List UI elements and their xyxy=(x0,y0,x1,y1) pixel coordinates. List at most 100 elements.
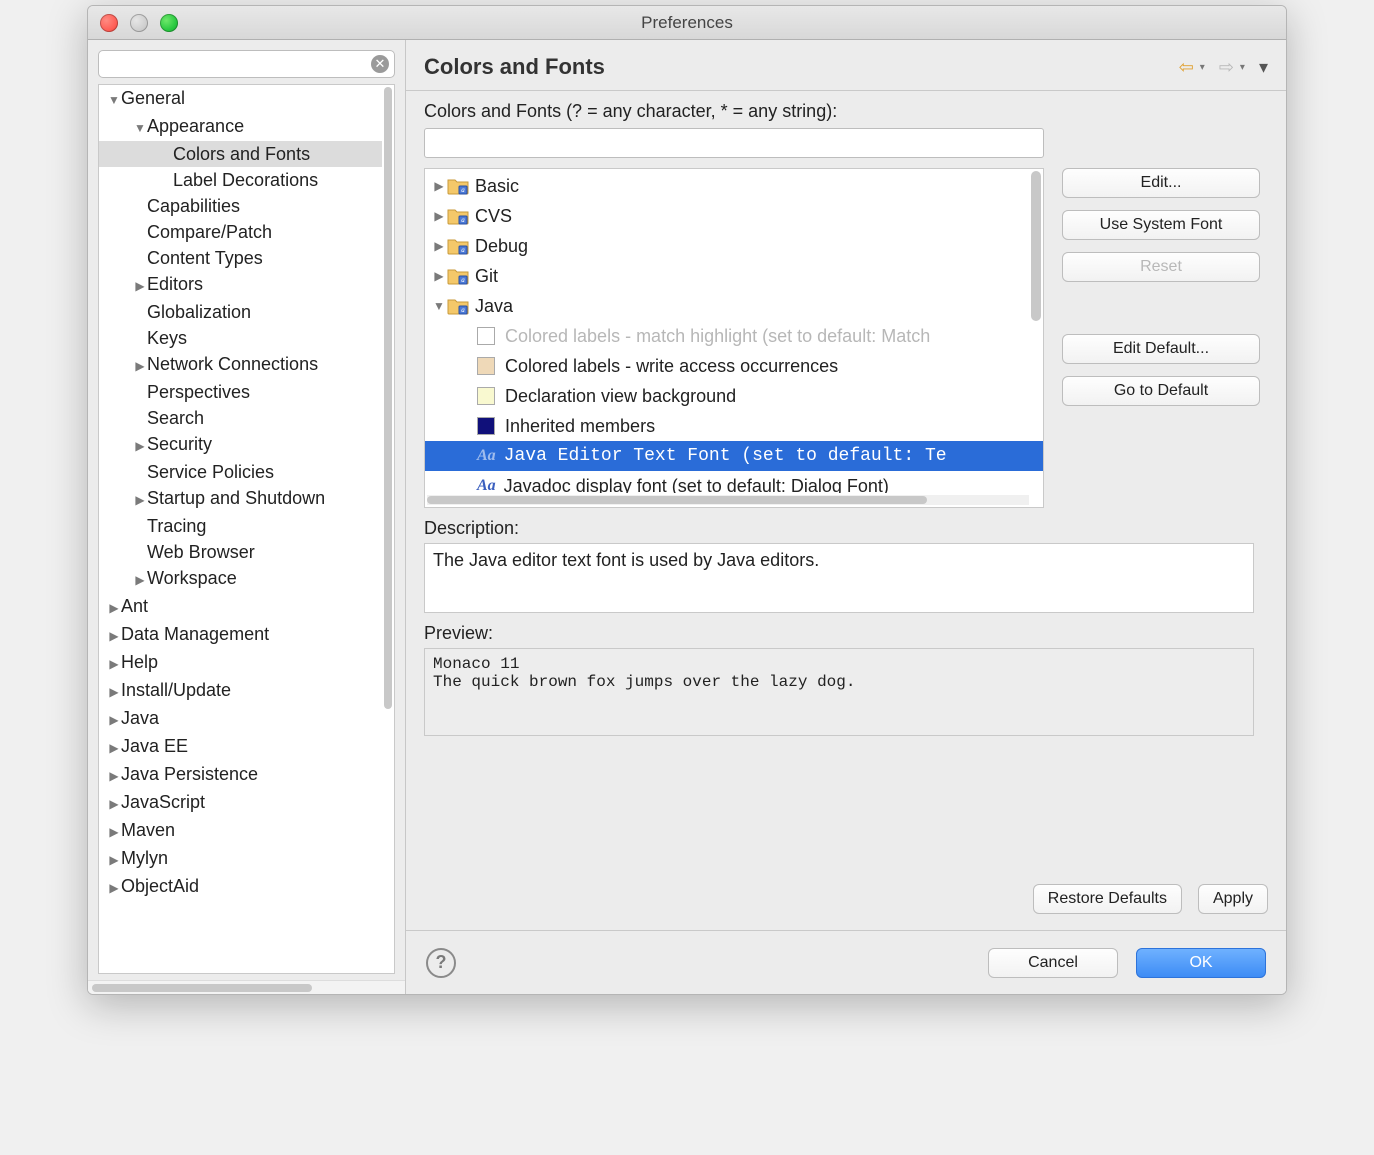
tree-item[interactable]: ▼Appearance xyxy=(99,113,382,141)
forward-icon[interactable]: ⇨ xyxy=(1219,57,1234,78)
folder-icon: a xyxy=(447,237,469,255)
sidebar-search: ✕ xyxy=(98,50,395,78)
tree-item[interactable]: Tracing xyxy=(99,513,382,539)
tree-item[interactable]: ▶JavaScript xyxy=(99,789,382,817)
color-swatch xyxy=(477,387,495,405)
tree-item[interactable]: ▶ObjectAid xyxy=(99,873,382,901)
setting-label: Colored labels - write access occurrence… xyxy=(505,356,838,377)
tree-item[interactable]: ▶Startup and Shutdown xyxy=(99,485,382,513)
setting-item[interactable]: Aa Javadoc display font (set to default: … xyxy=(425,471,1043,493)
category-item[interactable]: ▶aCVS xyxy=(425,201,1043,231)
disclosure-icon[interactable]: ▶ xyxy=(107,651,121,677)
category-item[interactable]: ▼aJava xyxy=(425,291,1043,321)
hscroll[interactable] xyxy=(427,495,1029,505)
setting-item[interactable]: AaJava Editor Text Font (set to default:… xyxy=(425,441,1043,471)
disclosure-icon[interactable]: ▶ xyxy=(107,875,121,901)
disclosure-icon[interactable]: ▶ xyxy=(107,791,121,817)
preview-label: Preview: xyxy=(424,623,1268,644)
tree-item[interactable]: ▶Editors xyxy=(99,271,382,299)
disclosure-icon[interactable]: ▶ xyxy=(133,353,147,379)
tree-item[interactable]: ▶Java xyxy=(99,705,382,733)
setting-label: Javadoc display font (set to default: Di… xyxy=(504,476,889,494)
category-item[interactable]: ▶aDebug xyxy=(425,231,1043,261)
disclosure-icon[interactable]: ▶ xyxy=(133,567,147,593)
tree-item[interactable]: ▶Maven xyxy=(99,817,382,845)
tree-item[interactable]: Capabilities xyxy=(99,193,382,219)
tree-item[interactable]: Globalization xyxy=(99,299,382,325)
disclosure-icon[interactable]: ▶ xyxy=(431,269,447,283)
setting-item[interactable]: Colored labels - match highlight (set to… xyxy=(425,321,1043,351)
tree-item[interactable]: ▶Java EE xyxy=(99,733,382,761)
setting-item[interactable]: Colored labels - write access occurrence… xyxy=(425,351,1043,381)
font-icon: Aa xyxy=(477,477,496,493)
tree-item[interactable]: Service Policies xyxy=(99,459,382,485)
sidebar-search-input[interactable] xyxy=(98,50,395,78)
disclosure-icon[interactable]: ▶ xyxy=(107,735,121,761)
edit-button[interactable]: Edit... xyxy=(1062,168,1260,198)
tree-item[interactable]: Search xyxy=(99,405,382,431)
category-item[interactable]: ▶aBasic xyxy=(425,171,1043,201)
disclosure-icon[interactable]: ▶ xyxy=(107,763,121,789)
clear-icon[interactable]: ✕ xyxy=(371,55,389,73)
help-icon[interactable]: ? xyxy=(426,948,456,978)
tree-item[interactable]: Compare/Patch xyxy=(99,219,382,245)
disclosure-icon[interactable]: ▶ xyxy=(107,623,121,649)
tree-item[interactable]: ▶Security xyxy=(99,431,382,459)
tree-item[interactable]: Perspectives xyxy=(99,379,382,405)
sidebar-hscroll[interactable] xyxy=(88,980,405,994)
disclosure-icon[interactable]: ▶ xyxy=(133,433,147,459)
tree-item[interactable]: Keys xyxy=(99,325,382,351)
folder-icon: a xyxy=(447,297,469,315)
tree-item[interactable]: Content Types xyxy=(99,245,382,271)
disclosure-icon[interactable]: ▶ xyxy=(107,595,121,621)
reset-button[interactable]: Reset xyxy=(1062,252,1260,282)
disclosure-icon[interactable]: ▼ xyxy=(107,87,121,113)
tree-item[interactable]: ▶Mylyn xyxy=(99,845,382,873)
forward-menu-icon[interactable]: ▾ xyxy=(1240,62,1245,73)
tree-item[interactable]: ▶Ant xyxy=(99,593,382,621)
category-label: Basic xyxy=(475,176,519,197)
preview-text: Monaco 11 The quick brown fox jumps over… xyxy=(424,648,1254,736)
tree-item[interactable]: ▶Workspace xyxy=(99,565,382,593)
scrollbar[interactable] xyxy=(384,87,392,709)
tree-item[interactable]: Label Decorations xyxy=(99,167,382,193)
disclosure-icon[interactable]: ▶ xyxy=(107,847,121,873)
description-text: The Java editor text font is used by Jav… xyxy=(424,543,1254,613)
sidebar: ✕ ▼General▼AppearanceColors and FontsLab… xyxy=(88,40,406,994)
tree-item[interactable]: ▼General xyxy=(99,85,382,113)
use-system-font-button[interactable]: Use System Font xyxy=(1062,210,1260,240)
tree-item[interactable]: Web Browser xyxy=(99,539,382,565)
setting-label: Declaration view background xyxy=(505,386,736,407)
disclosure-icon[interactable]: ▶ xyxy=(107,819,121,845)
scrollbar[interactable] xyxy=(1031,171,1041,321)
disclosure-icon[interactable]: ▶ xyxy=(431,239,447,253)
tree-item[interactable]: Colors and Fonts xyxy=(99,141,382,167)
disclosure-icon[interactable]: ▶ xyxy=(133,487,147,513)
setting-item[interactable]: Declaration view background xyxy=(425,381,1043,411)
disclosure-icon[interactable]: ▶ xyxy=(431,179,447,193)
setting-item[interactable]: Inherited members xyxy=(425,411,1043,441)
edit-default-button[interactable]: Edit Default... xyxy=(1062,334,1260,364)
apply-button[interactable]: Apply xyxy=(1198,884,1268,914)
tree-item[interactable]: ▶Network Connections xyxy=(99,351,382,379)
back-menu-icon[interactable]: ▾ xyxy=(1200,62,1205,73)
ok-button[interactable]: OK xyxy=(1136,948,1266,978)
go-to-default-button[interactable]: Go to Default xyxy=(1062,376,1260,406)
restore-defaults-button[interactable]: Restore Defaults xyxy=(1033,884,1182,914)
view-menu-icon[interactable]: ▾ xyxy=(1259,57,1268,78)
disclosure-icon[interactable]: ▶ xyxy=(133,273,147,299)
disclosure-icon[interactable]: ▶ xyxy=(107,679,121,705)
tree-item[interactable]: ▶Install/Update xyxy=(99,677,382,705)
tree-item[interactable]: ▶Java Persistence xyxy=(99,761,382,789)
disclosure-icon[interactable]: ▼ xyxy=(431,299,447,313)
tree-item[interactable]: ▶Data Management xyxy=(99,621,382,649)
category-item[interactable]: ▶aGit xyxy=(425,261,1043,291)
disclosure-icon[interactable]: ▶ xyxy=(107,707,121,733)
tree-item[interactable]: ▶Help xyxy=(99,649,382,677)
disclosure-icon[interactable]: ▼ xyxy=(133,115,147,141)
filter-label: Colors and Fonts (? = any character, * =… xyxy=(424,101,1268,122)
back-icon[interactable]: ⇦ xyxy=(1179,57,1194,78)
cancel-button[interactable]: Cancel xyxy=(988,948,1118,978)
disclosure-icon[interactable]: ▶ xyxy=(431,209,447,223)
filter-input[interactable] xyxy=(424,128,1044,158)
